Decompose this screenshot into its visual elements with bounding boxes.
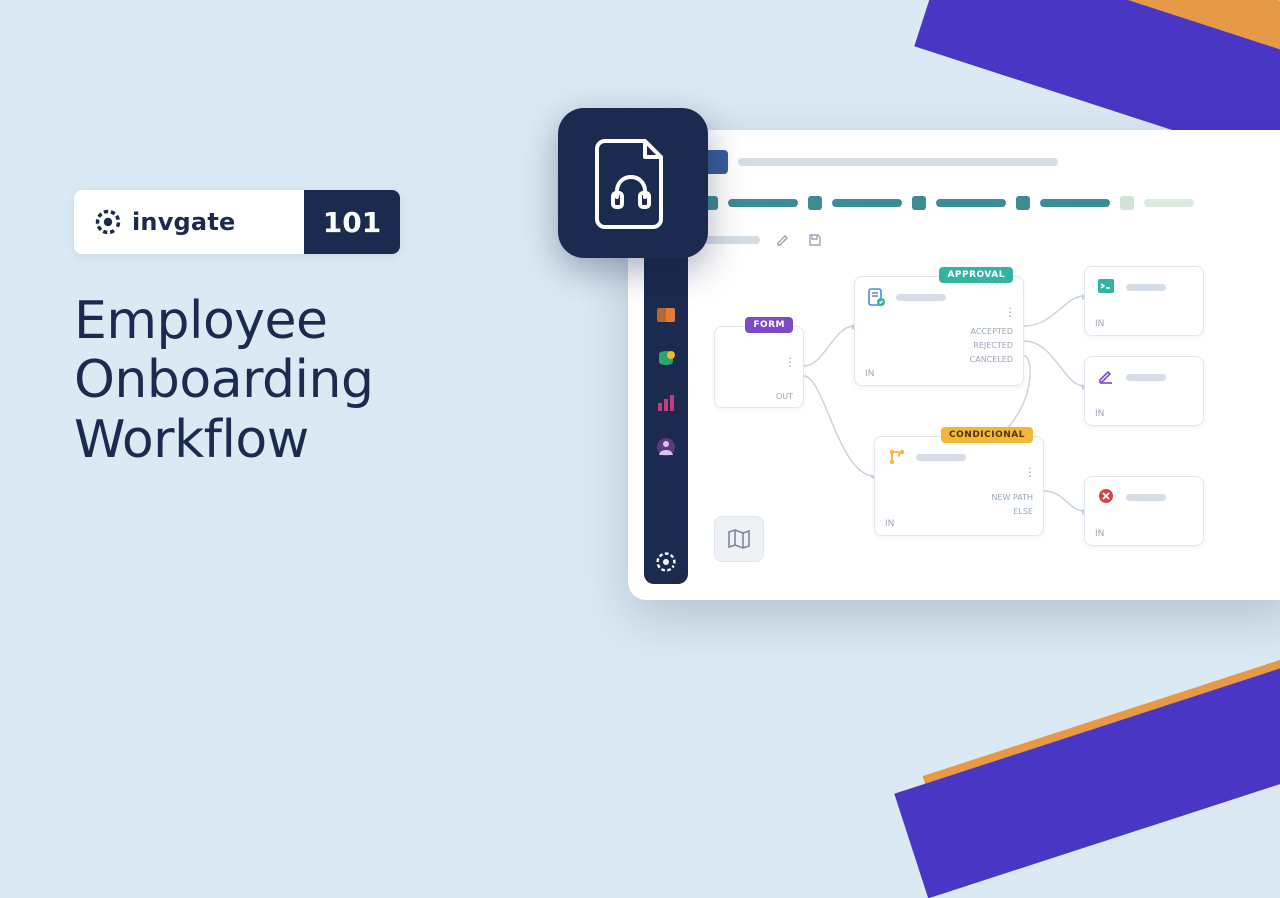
workflow-canvas[interactable]: FORM ⋮ OUT APPROVAL ⋮ IN ACCEPTED REJECT…: [704, 266, 1280, 584]
step-line: [936, 199, 1006, 207]
error-icon: [1097, 487, 1117, 507]
approval-outputs: ACCEPTED REJECTED CANCELED: [970, 327, 1013, 364]
node-badge: FORM: [745, 317, 793, 333]
invgate-logo-icon: [94, 208, 122, 236]
output-canceled: CANCELED: [970, 355, 1013, 364]
output-else: ELSE: [991, 507, 1033, 516]
minimap-button[interactable]: [714, 516, 764, 562]
node-badge: APPROVAL: [939, 267, 1013, 283]
step-line: [1144, 199, 1194, 207]
in-label: IN: [885, 519, 894, 529]
brand-name: invgate: [132, 208, 235, 236]
in-label: IN: [1095, 529, 1104, 539]
step-dot-inactive[interactable]: [1120, 196, 1134, 210]
node-approval[interactable]: APPROVAL ⋮ IN ACCEPTED REJECTED CANCELED: [854, 276, 1024, 386]
toolbar: [704, 232, 1280, 248]
step-line: [1040, 199, 1110, 207]
output-newpath: NEW PATH: [991, 493, 1033, 502]
progress-steps: [704, 196, 1280, 210]
app-mock: FORM ⋮ OUT APPROVAL ⋮ IN ACCEPTED REJECT…: [628, 130, 1280, 600]
title-placeholder: [738, 158, 1058, 166]
bg-stripe-blue-bottom: [894, 652, 1280, 898]
step-dot[interactable]: [808, 196, 822, 210]
more-icon[interactable]: ⋮: [1024, 465, 1035, 479]
approval-icon: [867, 287, 887, 307]
in-label: IN: [1095, 409, 1104, 419]
feature-icon-card: [558, 108, 708, 258]
save-icon[interactable]: [808, 232, 824, 248]
brand-pill-left: invgate: [74, 190, 304, 254]
branch-icon: [887, 447, 907, 467]
app-main: FORM ⋮ OUT APPROVAL ⋮ IN ACCEPTED REJECT…: [704, 146, 1280, 584]
node-badge: CONDICIONAL: [941, 427, 1033, 443]
page-headline: Employee Onboarding Workflow: [74, 292, 514, 470]
file-headset-icon: [591, 135, 675, 231]
edit-task-icon: [1097, 367, 1117, 387]
brand-badge: 101: [304, 190, 400, 254]
conditional-outputs: NEW PATH ELSE: [991, 493, 1033, 516]
topbar: [704, 146, 1280, 178]
chart-icon[interactable]: [655, 394, 677, 412]
step-dot[interactable]: [912, 196, 926, 210]
more-icon[interactable]: ⋮: [784, 355, 795, 369]
more-icon[interactable]: ⋮: [1004, 305, 1015, 319]
brand-pill: invgate 101: [74, 190, 400, 254]
database-icon[interactable]: [655, 350, 677, 368]
node-task-b[interactable]: IN: [1084, 356, 1204, 426]
sidebar-logo-icon: [654, 550, 678, 574]
out-label: OUT: [776, 392, 793, 401]
terminal-icon: [1097, 277, 1117, 297]
step-line: [832, 199, 902, 207]
hero-left: invgate 101 Employee Onboarding Workflow: [74, 190, 514, 470]
avatar-icon[interactable]: [655, 438, 677, 456]
in-label: IN: [865, 369, 874, 379]
output-rejected: REJECTED: [970, 341, 1013, 350]
ticket-icon[interactable]: [655, 306, 677, 324]
node-task-c[interactable]: IN: [1084, 476, 1204, 546]
toolbar-title: [704, 236, 760, 244]
edit-icon[interactable]: [776, 232, 792, 248]
node-task-a[interactable]: IN: [1084, 266, 1204, 336]
output-accepted: ACCEPTED: [970, 327, 1013, 336]
step-dot[interactable]: [1016, 196, 1030, 210]
step-line: [728, 199, 798, 207]
map-icon: [727, 528, 751, 550]
node-form[interactable]: FORM ⋮ OUT: [714, 326, 804, 408]
in-label: IN: [1095, 319, 1104, 329]
node-conditional[interactable]: CONDICIONAL ⋮ IN NEW PATH ELSE: [874, 436, 1044, 536]
